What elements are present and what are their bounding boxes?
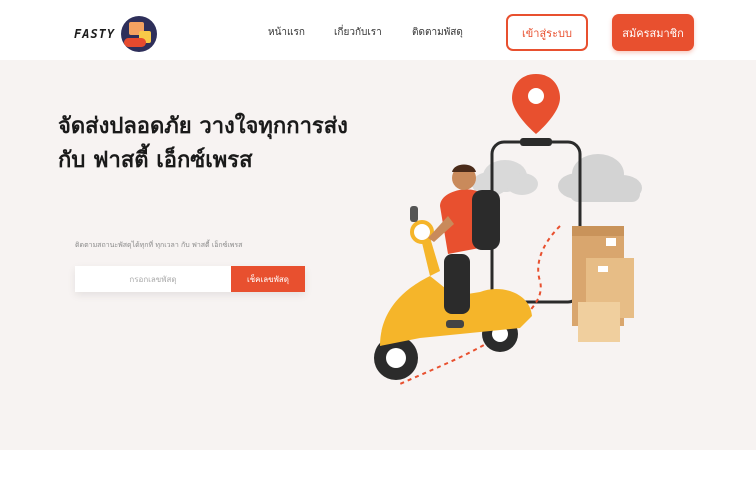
parcel-boxes-icon [572, 226, 634, 342]
nav-home-link[interactable]: หน้าแรก [268, 25, 305, 40]
hero-headline-line1: จัดส่งปลอดภัย วางใจทุกการส่ง [58, 114, 348, 139]
nav-about-link[interactable]: เกี่ยวกับเรา [334, 25, 382, 40]
tracking-form: เช็คเลขพัสดุ [75, 266, 305, 292]
tracking-number-input[interactable] [75, 266, 231, 292]
cloud-icon [558, 154, 642, 202]
hero-headline: จัดส่งปลอดภัย วางใจทุกการส่ง กับ ฟาสตี้ … [58, 110, 348, 178]
hero-subtext: ติดตามสถานะพัสดุได้ทุกที่ ทุกเวลา กับ ฟา… [75, 241, 243, 249]
footer-band [0, 450, 756, 479]
register-button[interactable]: สมัครสมาชิก [612, 14, 694, 51]
logo-badge-icon [121, 16, 158, 52]
check-tracking-button[interactable]: เช็คเลขพัสดุ [231, 266, 305, 292]
map-pin-icon [512, 74, 560, 134]
login-button[interactable]: เข้าสู่ระบบ [506, 14, 588, 51]
logo[interactable]: FASTY [74, 16, 158, 52]
hero-headline-line2: กับ ฟาสตี้ เอ็กซ์เพรส [58, 148, 253, 173]
nav-track-link[interactable]: ติดตามพัสดุ [412, 25, 463, 40]
logo-text: FASTY [74, 27, 116, 41]
site-header: FASTY หน้าแรก เกี่ยวกับเรา ติดตามพัสดุ เ… [0, 0, 756, 60]
delivery-scooter-illustration [374, 74, 642, 385]
